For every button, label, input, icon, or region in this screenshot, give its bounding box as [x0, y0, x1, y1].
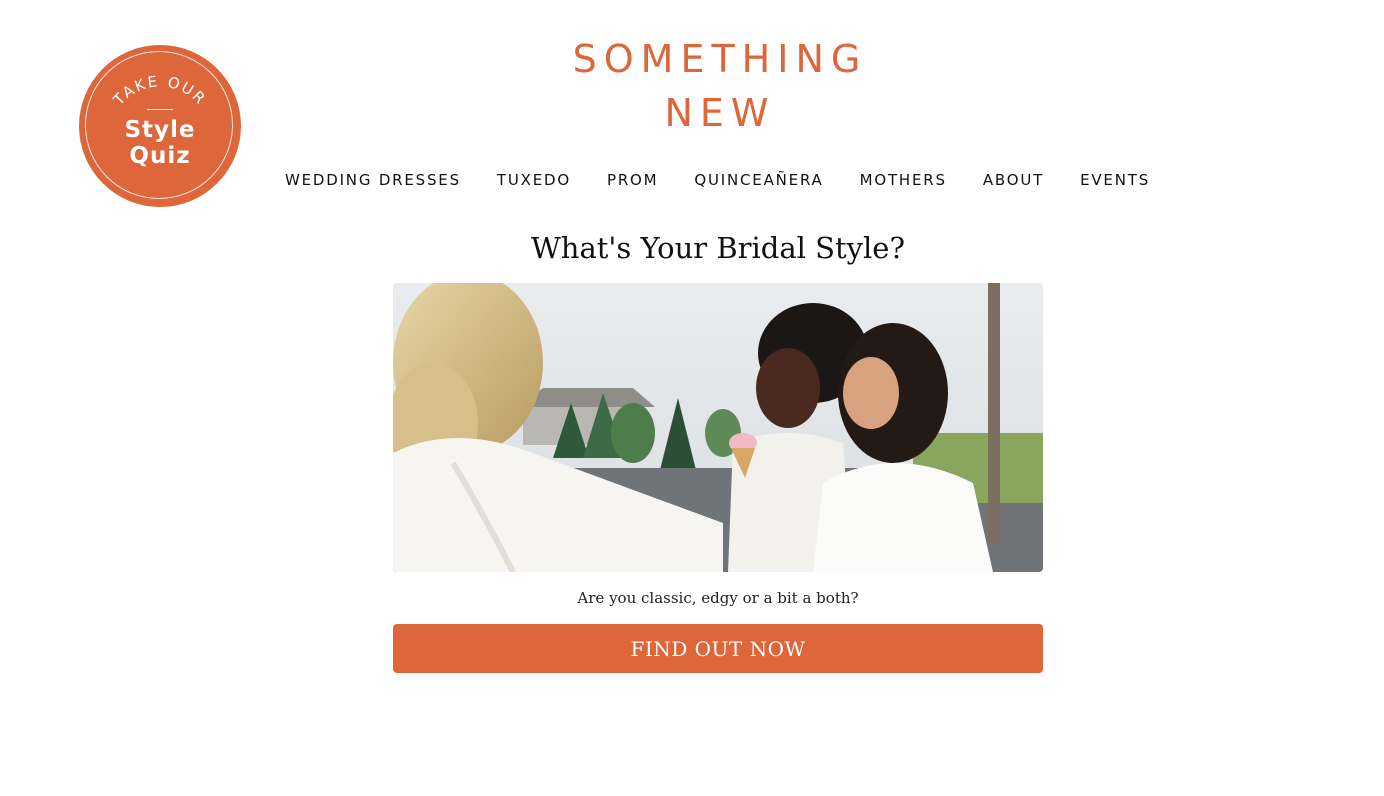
main-nav: WEDDING DRESSES TUXEDO PROM QUINCEAÑERA …: [264, 169, 1171, 191]
page-title: What's Your Bridal Style?: [530, 231, 906, 265]
hero-image-illustration: [393, 283, 1043, 572]
badge-top-text: TAKE OUR: [109, 72, 208, 109]
site-logo[interactable]: SOMETHING NEW: [520, 32, 920, 140]
nav-item-quinceanera[interactable]: QUINCEAÑERA: [676, 169, 841, 191]
nav-item-tuxedo[interactable]: TUXEDO: [479, 169, 589, 191]
hero-subtitle: Are you classic, edgy or a bit a both?: [577, 589, 859, 607]
find-out-now-button[interactable]: FIND OUT NOW: [393, 624, 1043, 673]
badge-title: Style Quiz: [79, 117, 241, 169]
nav-item-prom[interactable]: PROM: [589, 169, 676, 191]
nav-item-about[interactable]: ABOUT: [965, 169, 1062, 191]
page: TAKE OUR Style Quiz SOMETHING NEW WEDDIN…: [0, 0, 1384, 796]
logo-line2: NEW: [664, 91, 776, 135]
badge-title-line2: Quiz: [129, 143, 191, 169]
nav-item-mothers[interactable]: MOTHERS: [842, 169, 965, 191]
hero-image: [393, 283, 1043, 572]
style-quiz-badge[interactable]: TAKE OUR Style Quiz: [79, 45, 241, 207]
badge-divider: [147, 109, 173, 110]
svg-text:TAKE OUR: TAKE OUR: [109, 72, 210, 109]
nav-item-wedding-dresses[interactable]: WEDDING DRESSES: [267, 169, 479, 191]
badge-title-line1: Style: [124, 117, 196, 143]
logo-line1: SOMETHING: [572, 37, 868, 81]
nav-item-events[interactable]: EVENTS: [1062, 169, 1168, 191]
